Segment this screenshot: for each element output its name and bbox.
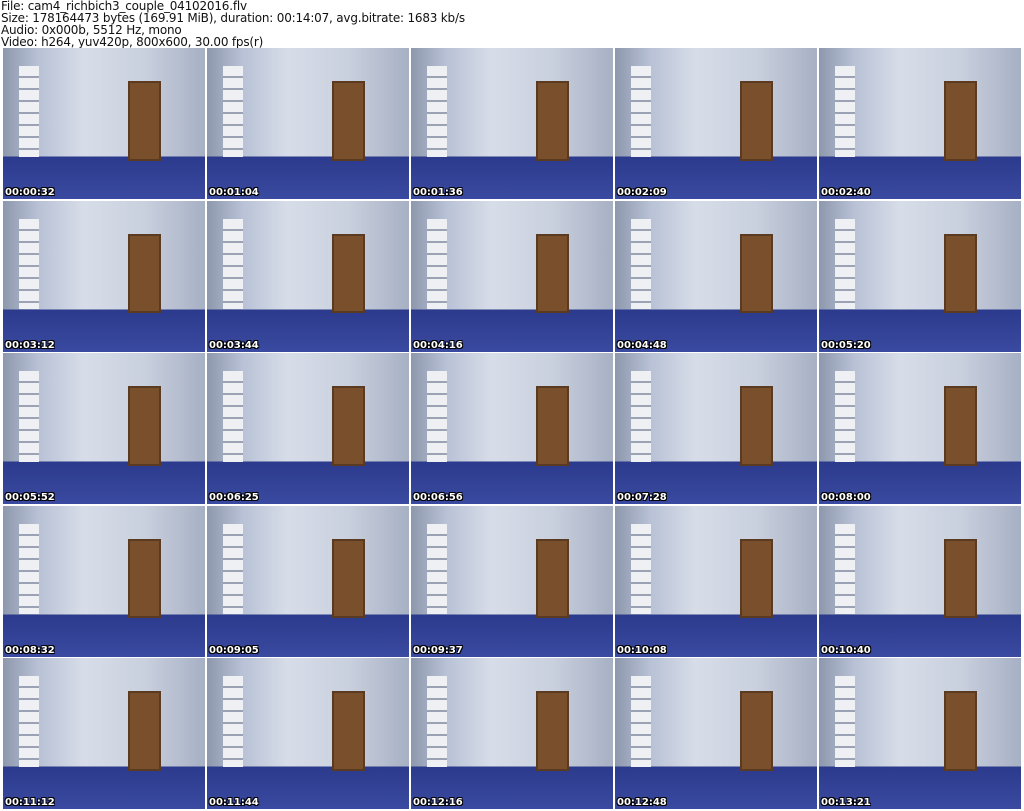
frame-timestamp: 00:11:12 bbox=[5, 797, 55, 808]
video-frame-thumbnail: 00:04:16 bbox=[411, 200, 613, 352]
video-frame-thumbnail: 00:09:05 bbox=[207, 505, 409, 657]
file-info-header: File: cam4_richbich3_couple_04102016.flv… bbox=[1, 0, 465, 48]
thumbnail-grid: 00:00:32 00:01:04 00:01:36 00:02:09 00:02:40… bbox=[3, 48, 1021, 809]
frame-timestamp: 00:06:56 bbox=[413, 492, 463, 503]
video-frame-thumbnail: 00:08:00 bbox=[819, 353, 1021, 504]
video-frame-thumbnail: 00:02:40 bbox=[819, 48, 1021, 199]
frame-timestamp: 00:04:16 bbox=[413, 339, 463, 351]
frame-timestamp: 00:05:20 bbox=[821, 339, 871, 351]
frame-timestamp: 00:02:40 bbox=[821, 187, 871, 198]
video-frame-thumbnail: 00:01:04 bbox=[207, 48, 409, 199]
frame-timestamp: 00:00:32 bbox=[5, 187, 55, 198]
video-frame-thumbnail: 00:00:32 bbox=[3, 48, 205, 199]
video-frame-thumbnail: 00:05:20 bbox=[819, 200, 1021, 352]
frame-timestamp: 00:03:12 bbox=[5, 339, 55, 351]
video-frame-thumbnail: 00:11:44 bbox=[207, 658, 409, 809]
frame-timestamp: 00:12:16 bbox=[413, 797, 463, 808]
video-frame-thumbnail: 00:08:32 bbox=[3, 505, 205, 657]
frame-timestamp: 00:06:25 bbox=[209, 492, 259, 503]
frame-timestamp: 00:08:32 bbox=[5, 644, 55, 656]
video-frame-thumbnail: 00:07:28 bbox=[615, 353, 817, 504]
video-frame-thumbnail: 00:10:08 bbox=[615, 505, 817, 657]
frame-timestamp: 00:05:52 bbox=[5, 492, 55, 503]
video-frame-thumbnail: 00:01:36 bbox=[411, 48, 613, 199]
video-frame-thumbnail: 00:05:52 bbox=[3, 353, 205, 504]
video-frame-thumbnail: 00:10:40 bbox=[819, 505, 1021, 657]
frame-timestamp: 00:09:37 bbox=[413, 644, 463, 656]
frame-timestamp: 00:11:44 bbox=[209, 797, 259, 808]
frame-timestamp: 00:10:08 bbox=[617, 644, 667, 656]
frame-timestamp: 00:04:48 bbox=[617, 339, 667, 351]
video-frame-thumbnail: 00:06:56 bbox=[411, 353, 613, 504]
frame-timestamp: 00:03:44 bbox=[209, 339, 259, 351]
video-frame-thumbnail: 00:06:25 bbox=[207, 353, 409, 504]
frame-timestamp: 00:01:36 bbox=[413, 187, 463, 198]
frame-timestamp: 00:09:05 bbox=[209, 644, 259, 656]
video-frame-thumbnail: 00:09:37 bbox=[411, 505, 613, 657]
frame-timestamp: 00:08:00 bbox=[821, 492, 871, 503]
frame-timestamp: 00:01:04 bbox=[209, 187, 259, 198]
video-frame-thumbnail: 00:12:48 bbox=[615, 658, 817, 809]
video-frame-thumbnail: 00:03:44 bbox=[207, 200, 409, 352]
video-frame-thumbnail: 00:13:21 bbox=[819, 658, 1021, 809]
video-frame-thumbnail: 00:03:12 bbox=[3, 200, 205, 352]
video-frame-thumbnail: 00:04:48 bbox=[615, 200, 817, 352]
video-frame-thumbnail: 00:12:16 bbox=[411, 658, 613, 809]
video-frame-thumbnail: 00:11:12 bbox=[3, 658, 205, 809]
video-frame-thumbnail: 00:02:09 bbox=[615, 48, 817, 199]
video-info: Video: h264, yuv420p, 800x600, 30.00 fps… bbox=[1, 35, 264, 49]
frame-timestamp: 00:02:09 bbox=[617, 187, 667, 198]
frame-timestamp: 00:13:21 bbox=[821, 797, 871, 808]
frame-timestamp: 00:12:48 bbox=[617, 797, 667, 808]
frame-timestamp: 00:10:40 bbox=[821, 644, 871, 656]
frame-timestamp: 00:07:28 bbox=[617, 492, 667, 503]
